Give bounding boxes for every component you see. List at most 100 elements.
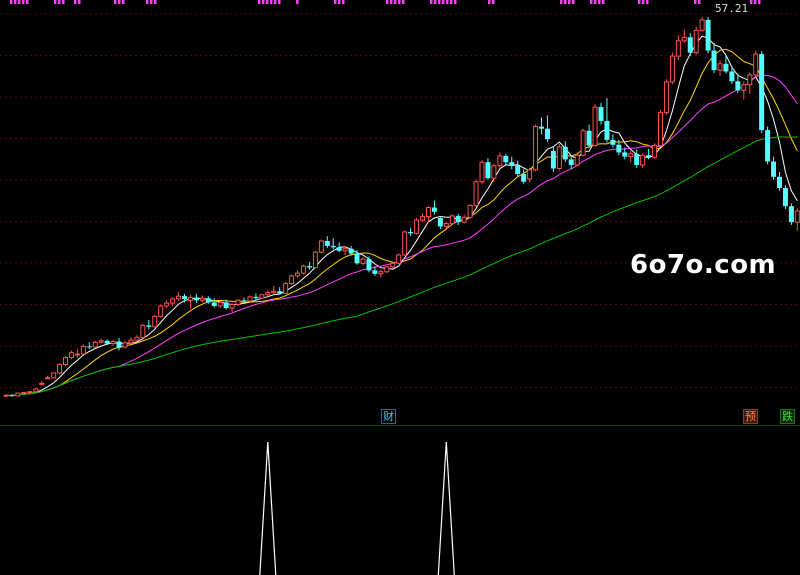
candle-body [485,162,491,179]
candle [640,153,646,168]
candle-body [574,154,580,166]
candle-body [663,81,669,114]
top-marker [694,0,697,4]
candle [681,29,687,43]
signal-marker-die: 跌 [780,409,795,424]
candle-body [277,291,283,294]
candle-body [408,231,414,234]
candle-body [211,302,217,306]
indicator-spike [437,441,455,575]
top-marker [394,0,397,4]
candle-body [402,231,408,256]
top-marker [54,0,57,4]
candle-body [693,29,699,54]
top-marker [258,0,261,4]
candle-body [646,155,652,158]
top-marker [442,0,445,4]
chart-canvas [0,0,800,575]
top-marker [564,0,567,4]
candle-body [21,391,27,394]
candle [771,156,777,180]
candle [128,337,134,345]
top-marker [698,0,701,4]
candle [592,104,598,147]
candle [437,215,443,230]
top-marker [446,0,449,4]
candle-body [283,283,289,294]
top-marker [146,0,149,4]
price-max-label: 57.21 [715,2,749,15]
candle [283,282,289,295]
candle-body [604,121,610,140]
top-marker [642,0,645,4]
candle [152,314,158,328]
candle-body [509,162,515,166]
candle [658,109,663,147]
candle [229,303,235,313]
candle [598,102,604,125]
candle [515,160,521,177]
top-marker [118,0,121,4]
top-marker [492,0,495,4]
candle [295,270,301,278]
candle [336,242,342,253]
candle [384,266,390,274]
top-marker [14,0,17,4]
candle [45,375,51,380]
candle [402,230,408,256]
candle [193,294,199,304]
candle-body [431,207,437,212]
candle [74,349,80,358]
candle-body [705,19,711,51]
candle-body [550,151,556,169]
candle-body [610,139,616,145]
candle [324,236,330,248]
candle-body [235,299,241,306]
candle [187,294,193,309]
candle [604,98,610,143]
candle [663,79,669,115]
candle-body [580,130,586,156]
candle [747,72,753,94]
candle-body [378,271,384,275]
candle-body [372,270,378,274]
candle [461,214,467,224]
candle-body [45,377,51,380]
candle-body [461,216,467,223]
candle [110,340,116,346]
top-marker [572,0,575,4]
top-marker [74,0,77,4]
candle [301,264,306,275]
candle-body [86,346,92,348]
candle [199,295,205,303]
candle [425,206,431,223]
top-marker [390,0,393,4]
candle-body [735,81,741,91]
candle-body [152,315,158,328]
candle-body [3,394,9,397]
candle-body [205,298,211,303]
candle [711,42,717,73]
candle-body [765,130,771,162]
candle-body [199,297,205,301]
top-marker [430,0,433,4]
candle [235,298,241,306]
candle-body [669,55,675,83]
candle-body [658,112,663,146]
candle [669,52,675,85]
candle [27,391,33,394]
top-marker [434,0,437,4]
candle [794,208,800,231]
candle-body [354,253,360,264]
candle-body [253,296,259,299]
candle-body [443,223,449,227]
candle [396,253,402,265]
candle [98,338,104,344]
candle-body [640,154,646,166]
candle [33,388,39,393]
candle-body [652,144,658,158]
candle [782,185,788,209]
candle-body [57,364,63,374]
candle [705,17,711,54]
top-marker [398,0,401,4]
